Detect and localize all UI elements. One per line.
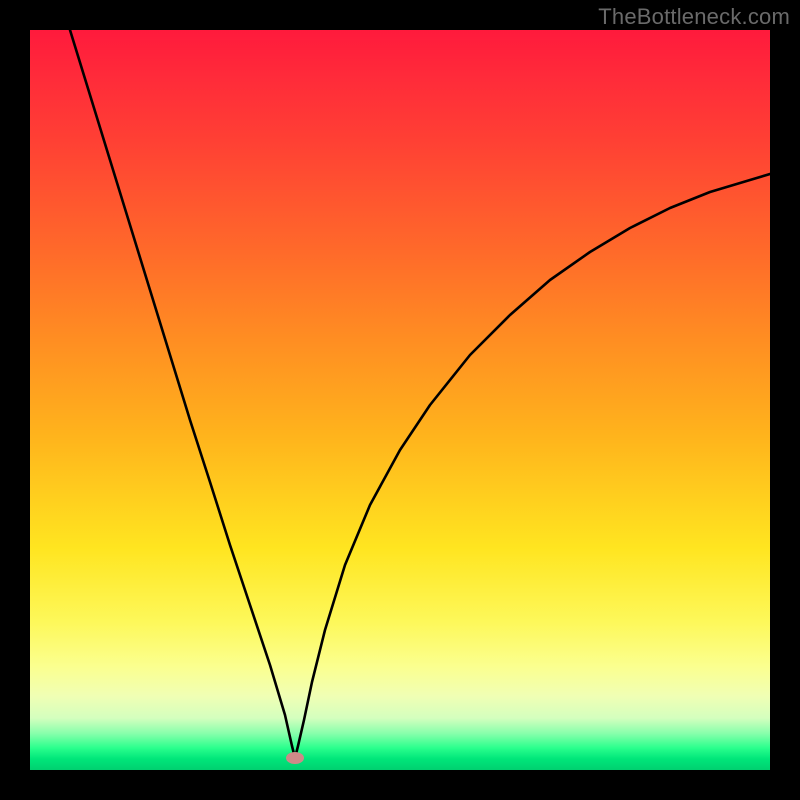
chart-frame: TheBottleneck.com bbox=[0, 0, 800, 800]
curve-svg bbox=[30, 30, 770, 770]
minimum-marker bbox=[286, 752, 304, 764]
watermark-label: TheBottleneck.com bbox=[598, 4, 790, 30]
gradient-plot-area bbox=[30, 30, 770, 770]
bottleneck-curve bbox=[70, 30, 770, 758]
